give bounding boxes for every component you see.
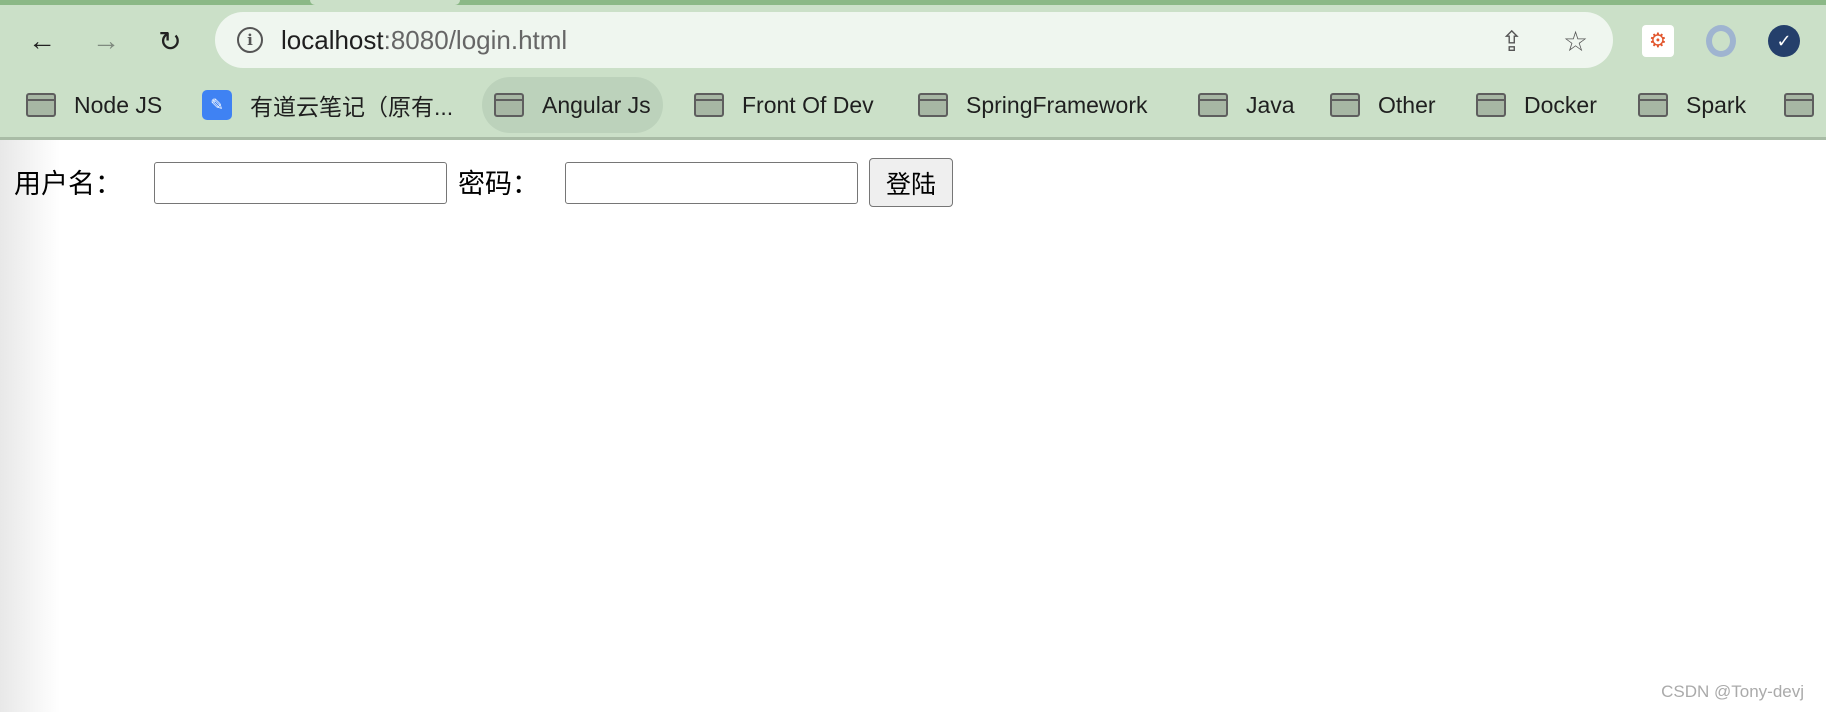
folder-icon (1198, 93, 1228, 117)
bookmark-label: Front Of Dev (742, 91, 874, 118)
bookmark-star-icon[interactable]: ☆ (1563, 25, 1588, 58)
site-info-icon[interactable]: i (237, 27, 263, 53)
folder-icon (918, 93, 948, 117)
checkmark-extension-icon[interactable]: ✓ (1768, 25, 1800, 57)
folder-icon (494, 93, 524, 117)
ring-extension-icon[interactable] (1706, 25, 1736, 57)
address-bar[interactable]: i localhost:8080/login.html ⇪ ☆ (215, 12, 1613, 68)
username-label: 用户名： (14, 169, 122, 199)
url-path: :8080/login.html (383, 25, 568, 55)
youdao-note-icon: ✎ (202, 90, 232, 120)
bookmark-angular-js[interactable]: Angular Js (482, 77, 663, 133)
folder-icon (1638, 93, 1668, 117)
folder-icon (1476, 93, 1506, 117)
bookmark-springframework[interactable]: SpringFramework (906, 77, 1160, 133)
share-icon[interactable]: ⇪ (1500, 25, 1523, 58)
forward-arrow-icon[interactable]: → (88, 23, 124, 59)
bookmark-label: Other (1378, 91, 1436, 118)
bookmark-label: Java (1246, 91, 1295, 118)
folder-icon (26, 93, 56, 117)
bookmark-label: Node JS (74, 91, 163, 118)
sitemap-extension-icon[interactable]: ⚙ (1642, 25, 1674, 57)
watermark: CSDN @Tony-devj (1661, 682, 1804, 701)
bookmark-label: SpringFramework (966, 91, 1148, 118)
bookmark-spark[interactable]: Spark (1626, 77, 1758, 133)
url-host: localhost (281, 25, 384, 55)
bookmark-overflow-folder[interactable] (1772, 77, 1826, 133)
bookmark-label: Angular Js (542, 91, 651, 118)
bookmarks-bar: Node JS ✎ 有道云笔记（原有... Angular Js Front Of… (0, 73, 1826, 140)
bookmark-docker[interactable]: Docker (1464, 77, 1609, 133)
folder-icon (1784, 93, 1814, 117)
password-label: 密码： (458, 169, 539, 199)
bookmark-java[interactable]: Java (1186, 77, 1307, 133)
url-text[interactable]: localhost:8080/login.html (281, 25, 567, 56)
bookmark-front-of-dev[interactable]: Front Of Dev (682, 77, 886, 133)
browser-toolbar: ← → ↻ i localhost:8080/login.html ⇪ ☆ ⚙ … (0, 5, 1826, 73)
page-content: 用户名： 密码： 登陆 CSDN @Tony-devj (0, 140, 1826, 712)
reload-icon[interactable]: ↻ (152, 23, 188, 59)
folder-icon (694, 93, 724, 117)
back-arrow-icon[interactable]: ← (24, 23, 60, 59)
username-input[interactable] (154, 162, 447, 204)
bookmark-label: Spark (1686, 91, 1747, 118)
bookmark-label: 有道云笔记（原有... (250, 94, 454, 120)
folder-icon (1330, 93, 1360, 117)
bookmark-other[interactable]: Other (1318, 77, 1448, 133)
bookmark-youdao-note[interactable]: ✎ 有道云笔记（原有... (190, 77, 465, 133)
bookmark-node-js[interactable]: Node JS (14, 77, 174, 133)
bookmark-label: Docker (1524, 91, 1597, 118)
login-button[interactable]: 登陆 (869, 158, 953, 207)
password-input[interactable] (565, 162, 858, 204)
